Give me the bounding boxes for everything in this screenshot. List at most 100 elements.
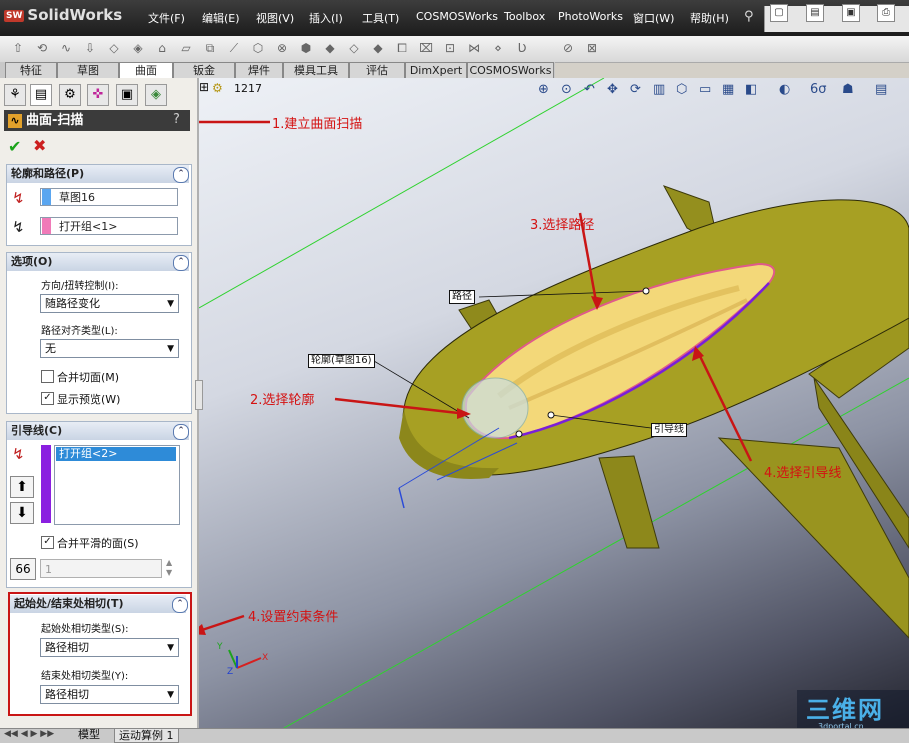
panel-splitter-handle[interactable]: [195, 380, 203, 410]
collapse-tangency[interactable]: ⌃: [172, 597, 188, 613]
hide-show-icon[interactable]: ▦: [722, 82, 734, 97]
count-spinner[interactable]: ▲ ▼: [166, 558, 172, 578]
menu-toolbox[interactable]: Toolbox: [504, 10, 545, 23]
profile-selection-box[interactable]: 草图16: [40, 188, 178, 206]
path-selection-box[interactable]: 打开组<1>: [40, 217, 178, 235]
tab-sheet-metal[interactable]: 钣金: [173, 62, 235, 78]
section-count-field[interactable]: 1: [40, 559, 162, 578]
tab-weldments[interactable]: 焊件: [235, 62, 283, 78]
radiate-surface-icon[interactable]: ⧉: [202, 40, 218, 56]
pan-icon[interactable]: ✥: [607, 82, 618, 97]
thicken-icon[interactable]: ⧠: [394, 40, 410, 56]
move-down-button[interactable]: ⬇: [10, 502, 34, 524]
display-manager-icon[interactable]: ▣: [116, 84, 138, 106]
ruled-surface-icon[interactable]: ⟋: [226, 40, 242, 56]
merge-smooth-checkbox[interactable]: ✓: [41, 536, 54, 549]
tab-surfaces[interactable]: 曲面: [119, 62, 173, 79]
shadows-icon[interactable]: ◐: [779, 82, 790, 97]
mid-surface-icon[interactable]: ⋈: [466, 40, 482, 56]
zoom-to-fit-icon[interactable]: ⊕: [538, 82, 549, 97]
tab-model[interactable]: 模型: [78, 728, 100, 742]
pin-icon[interactable]: ⚲: [744, 9, 754, 24]
menu-view[interactable]: 视图(V): [256, 10, 294, 26]
ok-button[interactable]: ✔: [8, 137, 21, 156]
curves-icon[interactable]: Ʋ: [514, 40, 530, 56]
knit-surface-icon[interactable]: ◆: [322, 40, 338, 56]
open-file-icon[interactable]: ▤: [806, 4, 824, 22]
scene-icon[interactable]: ▤: [875, 82, 887, 97]
collapse-guide-curves[interactable]: ⌃: [173, 424, 189, 440]
instant3d-icon[interactable]: ⊘: [560, 40, 576, 56]
thread-icon[interactable]: ⊠: [584, 40, 600, 56]
options-header[interactable]: 选项(O): [7, 253, 189, 271]
guide-curves-header[interactable]: 引导线(C): [7, 422, 189, 440]
boundary-surface-icon[interactable]: ◇: [106, 40, 122, 56]
tab-cosmosworks[interactable]: COSMOSWorks: [467, 62, 554, 78]
tangency-header[interactable]: 起始处/结束处相切(T): [10, 595, 186, 613]
profile-path-header[interactable]: 轮廓和路径(P): [7, 165, 189, 183]
move-up-button[interactable]: ⬆: [10, 476, 34, 498]
section-view-icon[interactable]: ▥: [653, 82, 665, 97]
menu-tools[interactable]: 工具(T): [362, 10, 399, 26]
show-preview-checkbox[interactable]: ✓: [41, 392, 54, 405]
configuration-manager-icon[interactable]: ⚙: [59, 84, 81, 106]
cancel-button[interactable]: ✖: [33, 136, 46, 155]
save-icon[interactable]: ▣: [842, 4, 860, 22]
untrim-surface-icon[interactable]: ⬡: [250, 40, 266, 56]
graphics-area[interactable]: [199, 78, 909, 742]
tree-expander[interactable]: ⊞: [199, 80, 209, 94]
tab-mold-tools[interactable]: 模具工具: [283, 62, 349, 78]
swept-surface-icon[interactable]: ∿: [58, 40, 74, 56]
tab-evaluate[interactable]: 评估: [349, 62, 405, 78]
extruded-surface-icon[interactable]: ⇧: [10, 40, 26, 56]
cut-with-surface-icon[interactable]: ⌧: [418, 40, 434, 56]
trim-surface-icon[interactable]: ◆: [370, 40, 386, 56]
property-manager-icon[interactable]: ▤: [30, 84, 52, 106]
menu-edit[interactable]: 编辑(E): [202, 10, 240, 26]
lofted-surface-icon[interactable]: ⇩: [82, 40, 98, 56]
planar-surface-icon[interactable]: ⌂: [154, 40, 170, 56]
tab-scroll-arrows[interactable]: ◀◀ ◀ ▶ ▶▶: [4, 729, 54, 739]
rotate-icon[interactable]: ⟳: [630, 82, 641, 97]
print-icon[interactable]: ⎙: [877, 4, 895, 22]
menu-file[interactable]: 文件(F): [148, 10, 185, 26]
replace-face-icon[interactable]: ⬢: [298, 40, 314, 56]
offset-surface-icon[interactable]: ▱: [178, 40, 194, 56]
perspective-icon[interactable]: 6σ: [810, 82, 827, 97]
guide-list-item[interactable]: 打开组<2>: [56, 447, 176, 461]
previous-view-icon[interactable]: ↶: [584, 82, 595, 97]
fillet-icon[interactable]: ⊡: [442, 40, 458, 56]
appearance-icon[interactable]: ☗: [842, 82, 854, 97]
help-icon[interactable]: ?: [173, 112, 180, 127]
zoom-area-icon[interactable]: ⊙: [561, 82, 572, 97]
view-settings-icon[interactable]: ◧: [745, 82, 757, 97]
collapse-profile-path[interactable]: ⌃: [173, 167, 189, 183]
menu-cosmosworks[interactable]: COSMOSWorks: [416, 10, 498, 23]
menu-insert[interactable]: 插入(I): [309, 10, 343, 26]
view-orientation-icon[interactable]: ⬡: [676, 82, 687, 97]
start-tangency-dropdown[interactable]: 路径相切 ▼: [40, 638, 179, 657]
display-style-icon[interactable]: ▭: [699, 82, 711, 97]
extend-surface-icon[interactable]: ◇: [346, 40, 362, 56]
menu-window[interactable]: 窗口(W): [633, 10, 674, 26]
new-file-icon[interactable]: ▢: [770, 4, 788, 22]
dimxpert-manager-icon[interactable]: ✜: [87, 84, 109, 106]
revolved-surface-icon[interactable]: ⟲: [34, 40, 50, 56]
collapse-options[interactable]: ⌃: [173, 255, 189, 271]
menu-help[interactable]: 帮助(H): [690, 10, 729, 26]
tab-sketch[interactable]: 草图: [57, 62, 119, 78]
show-sections-button[interactable]: 66: [10, 558, 36, 580]
filled-surface-icon[interactable]: ◈: [130, 40, 146, 56]
end-tangency-dropdown[interactable]: 路径相切 ▼: [40, 685, 179, 704]
tab-dimxpert[interactable]: DimXpert: [405, 62, 467, 78]
appearance-manager-icon[interactable]: ◈: [145, 84, 167, 106]
delete-face-icon[interactable]: ⊗: [274, 40, 290, 56]
menu-photoworks[interactable]: PhotoWorks: [558, 10, 623, 23]
feature-manager-icon[interactable]: ⚘: [4, 84, 26, 106]
tree-item-1217[interactable]: 1217: [234, 82, 262, 95]
merge-faces-checkbox[interactable]: [41, 370, 54, 383]
tab-features[interactable]: 特征: [5, 62, 57, 78]
path-align-dropdown[interactable]: 无 ▼: [40, 339, 179, 358]
reference-geometry-icon[interactable]: ⋄: [490, 40, 506, 56]
tab-motion-study[interactable]: 运动算例 1: [114, 728, 179, 743]
